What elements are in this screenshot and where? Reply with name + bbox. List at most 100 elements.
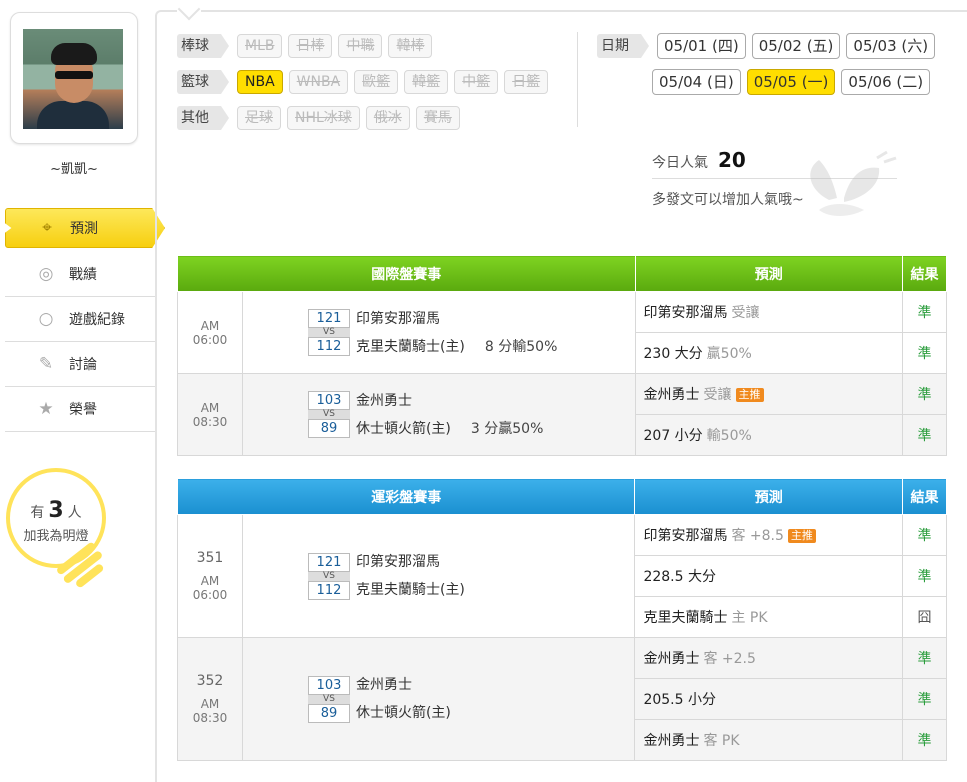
spread: 8 分輸50%	[484, 338, 558, 355]
column-header: 結果	[902, 478, 947, 515]
table-row: 351 AM 06:00 121 VS 112 印第安那溜馬 克里夫蘭騎士(主) …	[177, 514, 947, 638]
league-chip[interactable]: 賽馬	[415, 106, 460, 130]
home-score: 112	[307, 580, 350, 600]
sidebar-item-game-log[interactable]: ○ 遊戲紀錄	[5, 297, 155, 342]
circle-icon: ○	[38, 309, 54, 329]
result: 準	[902, 373, 947, 415]
game-time: 352 AM 08:30	[177, 637, 243, 761]
league-chip[interactable]: 中職	[338, 34, 383, 58]
prediction: 印第安那溜馬客 +8.5 主推	[634, 514, 904, 556]
result: 準	[902, 514, 947, 556]
spread: 3 分贏50%	[470, 420, 544, 437]
league-chip[interactable]: 俄冰	[365, 106, 410, 130]
game-number: 352	[196, 673, 224, 689]
away-team[interactable]: 印第安那溜馬	[356, 548, 465, 576]
league-chip[interactable]: 日棒	[288, 34, 333, 58]
result: 囧	[902, 596, 947, 638]
prediction: 金州勇士客 +2.5	[634, 637, 904, 679]
table-row: AM 06:00 121 VS 112 印第安那溜馬 克里夫蘭騎士(主) 8 分輸…	[177, 291, 947, 374]
home-team[interactable]: 休士頓火箭(主)	[356, 699, 451, 727]
game-time: AM 06:00	[177, 291, 243, 374]
fairy-icon	[810, 150, 897, 216]
result: 準	[902, 719, 947, 761]
away-score: 121	[307, 309, 350, 328]
result: 準	[902, 332, 947, 374]
featured-badge: 主推	[787, 529, 816, 543]
column-header: 預測	[634, 478, 904, 515]
sidebar-item-discussion[interactable]: ✎ 討論	[5, 342, 155, 387]
home-score: 89	[307, 703, 350, 723]
category-label: 籃球	[177, 70, 229, 94]
prediction: 207 小分 輸50%	[634, 414, 904, 456]
matchup: 121 VS 112 印第安那溜馬 克里夫蘭騎士(主)	[241, 514, 636, 638]
user-name: ~凱凱~	[50, 162, 98, 177]
filter-basketball: 籃球 NBA WNBA 歐籃 韓籃 中籃 日籃	[177, 70, 554, 94]
date-chip[interactable]: 05/04 (日)	[652, 69, 741, 95]
sidebar: ~凱凱~ ⌖ 預測 ◎ 戰績 ○ 遊戲紀錄 ✎ 討論 ★ 榮譽 有3人 加我為明…	[0, 0, 165, 782]
star-icon: ★	[38, 399, 54, 419]
column-header: 結果	[902, 255, 947, 292]
home-team[interactable]: 休士頓火箭(主)	[356, 421, 451, 437]
table-row: AM 08:30 103 VS 89 金州勇士 休士頓火箭(主) 3 分贏50% …	[177, 373, 947, 456]
league-chip[interactable]: 歐籃	[354, 70, 399, 94]
filter-baseball: 棒球 MLB 日棒 中職 韓棒	[177, 34, 438, 58]
away-team[interactable]: 印第安那溜馬	[356, 305, 557, 333]
league-chip-selected[interactable]: NBA	[237, 70, 283, 94]
popularity-label: 今日人氣	[652, 155, 708, 171]
date-chip-selected[interactable]: 05/05 (一)	[746, 69, 836, 95]
sidebar-item-label: 預測	[70, 221, 98, 237]
league-chip[interactable]: 中籃	[454, 70, 499, 94]
away-team[interactable]: 金州勇士	[356, 671, 451, 699]
prediction: 230 大分 贏50%	[634, 332, 904, 374]
league-chip[interactable]: NHL冰球	[287, 106, 360, 130]
date-chip[interactable]: 05/02 (五)	[751, 33, 841, 59]
sidebar-item-predict[interactable]: ⌖ 預測	[5, 208, 165, 248]
date-row-2: 05/04 (日) 05/05 (一) 05/06 (二)	[652, 69, 936, 95]
prediction: 205.5 小分	[634, 678, 904, 720]
sidebar-item-record[interactable]: ◎ 戰績	[5, 252, 155, 297]
league-chip[interactable]: MLB	[237, 34, 283, 58]
avatar[interactable]	[23, 29, 123, 129]
chat-icon: ✎	[38, 354, 54, 374]
result: 準	[902, 678, 947, 720]
date-label: 日期	[597, 34, 649, 58]
date-chip[interactable]: 05/01 (四)	[657, 33, 746, 59]
date-chip[interactable]: 05/03 (六)	[846, 33, 936, 59]
avatar-frame[interactable]	[10, 12, 138, 144]
prediction: 克里夫蘭騎士主 PK	[634, 596, 904, 638]
league-chip[interactable]: 日籃	[504, 70, 549, 94]
sidebar-nav: ⌖ 預測 ◎ 戰績 ○ 遊戲紀錄 ✎ 討論 ★ 榮譽	[5, 208, 165, 432]
league-chip[interactable]: 韓籃	[404, 70, 449, 94]
fan-count: 3	[48, 498, 64, 523]
fan-caption: 加我為明燈	[23, 529, 89, 544]
column-header: 預測	[634, 255, 904, 292]
table-row: 352 AM 08:30 103 VS 89 金州勇士 休士頓火箭(主) 金州勇士…	[177, 637, 947, 761]
date-chip[interactable]: 05/06 (二)	[841, 69, 931, 95]
matchup: 103 VS 89 金州勇士 休士頓火箭(主)	[241, 637, 636, 761]
away-score: 103	[307, 391, 350, 410]
league-chip[interactable]: 足球	[237, 106, 281, 130]
result: 準	[902, 414, 947, 456]
result: 準	[902, 555, 947, 597]
sidebar-item-honor[interactable]: ★ 榮譽	[5, 387, 155, 432]
main-panel: 棒球 MLB 日棒 中職 韓棒 籃球 NBA WNBA 歐籃 韓籃 中籃 日籃 …	[155, 10, 967, 782]
featured-badge: 主推	[735, 388, 764, 402]
matchup: 103 VS 89 金州勇士 休士頓火箭(主) 3 分贏50%	[241, 373, 636, 456]
column-header: 運彩盤賽事	[176, 478, 636, 515]
popularity-value: 20	[718, 148, 746, 172]
category-label: 棒球	[177, 34, 229, 58]
column-header: 國際盤賽事	[177, 255, 636, 292]
chart-icon: ◎	[38, 264, 54, 284]
home-score: 112	[307, 337, 350, 356]
home-team[interactable]: 克里夫蘭騎士(主)	[356, 339, 465, 355]
prediction: 金州勇士客 PK	[634, 719, 904, 761]
away-team[interactable]: 金州勇士	[356, 387, 543, 415]
home-team[interactable]: 克里夫蘭騎士(主)	[356, 576, 465, 604]
league-chip[interactable]: 韓棒	[388, 34, 433, 58]
prediction: 印第安那溜馬 受讓	[634, 291, 904, 333]
league-chip[interactable]: WNBA	[288, 70, 349, 94]
sidebar-item-label: 遊戲紀錄	[69, 312, 125, 328]
intl-odds-table: 國際盤賽事 預測 結果 AM 06:00 121 VS 112 印第安那溜馬 克…	[177, 255, 947, 456]
game-time: AM 08:30	[177, 373, 243, 456]
sidebar-item-label: 榮譽	[69, 402, 97, 418]
